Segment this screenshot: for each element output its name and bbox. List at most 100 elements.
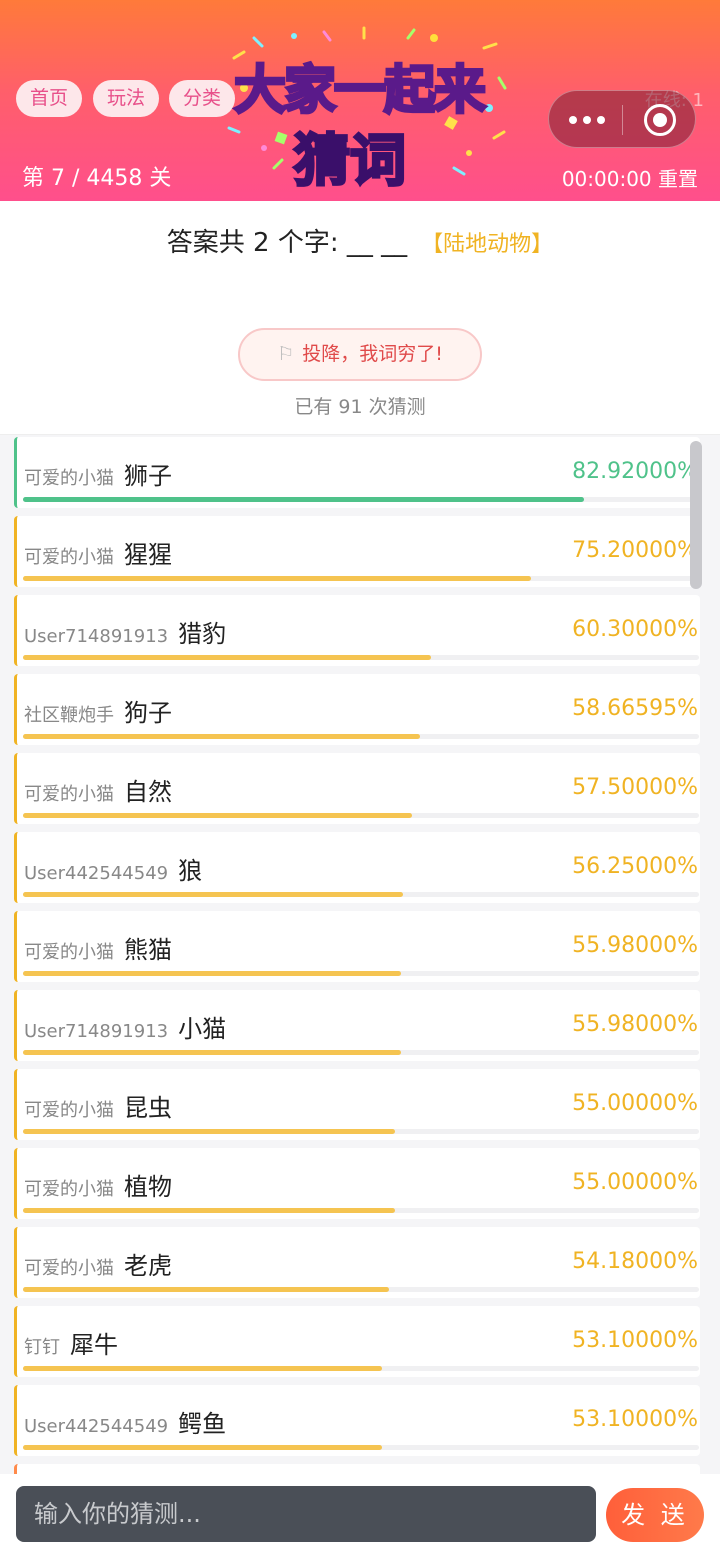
answer-prompt: 答案共 2 个字: __ __ 【陆地动物】 (0, 222, 720, 259)
guess-row: 可爱的小猫 熊猫 55.98000% (14, 911, 700, 982)
guess-row: 可爱的小猫 狮子 82.92000% (14, 437, 700, 508)
similarity-bar-track (23, 497, 699, 502)
logo-text-line2: 猜词 (293, 128, 408, 196)
guess-user: User442544549 (24, 1416, 169, 1437)
guess-percent: 54.18000% (572, 1249, 698, 1274)
guess-word: 狗子 (124, 699, 172, 727)
guess-label: 可爱的小猫 猩猩 (24, 535, 172, 570)
guess-percent: 58.66595% (572, 696, 698, 721)
guess-label: 社区鞭炮手 狗子 (24, 693, 172, 728)
similarity-bar-fill (23, 1445, 382, 1450)
guess-label: 可爱的小猫 植物 (24, 1167, 172, 1202)
similarity-bar-fill (23, 734, 420, 739)
similarity-bar-track (23, 1208, 699, 1213)
guess-count: 已有 91 次猜测 (294, 396, 426, 418)
game-logo: 大家一起来 猜词 (214, 18, 518, 196)
similarity-bar-fill (23, 1129, 395, 1134)
similarity-bar-track (23, 734, 699, 739)
similarity-bar-fill (23, 1208, 395, 1213)
similarity-bar-track (23, 1366, 699, 1371)
category-label: 【陆地动物】 (421, 232, 554, 257)
answer-length-text: 答案共 2 个字: __ __ (166, 228, 408, 258)
similarity-bar-track (23, 1129, 699, 1134)
guess-user: User714891913 (24, 626, 169, 647)
guess-word: 犀牛 (70, 1331, 118, 1359)
guess-percent: 60.30000% (572, 617, 698, 642)
similarity-bar-fill (23, 1366, 382, 1371)
guess-row: 社区鞭炮手 狗子 58.66595% (14, 674, 700, 745)
guess-percent: 53.10000% (572, 1407, 698, 1432)
guess-percent: 55.98000% (572, 933, 698, 958)
guess-percent: 55.00000% (572, 1091, 698, 1116)
guess-input[interactable] (16, 1486, 596, 1542)
guess-label: User442544549 鳄鱼 (24, 1404, 226, 1439)
similarity-bar-track (23, 1445, 699, 1450)
surrender-button[interactable]: ⚐ 投降，我词穷了! (238, 328, 482, 381)
guess-percent: 82.92000% (572, 459, 698, 484)
guess-word: 老虎 (124, 1252, 172, 1280)
guess-word: 熊猫 (124, 936, 172, 964)
guess-row: User714891913 小猫 55.98000% (14, 990, 700, 1061)
header: 首页 玩法 分类 大家一起来 猜词 1 第 7 / 4458 关 00:00:0… (0, 0, 720, 201)
guess-percent: 55.98000% (572, 1012, 698, 1037)
guess-row: 钉钉 犀牛 53.10000% (14, 1306, 700, 1377)
guess-percent: 57.50000% (572, 775, 698, 800)
guess-word: 鳄鱼 (178, 1410, 227, 1438)
timer-reset[interactable]: 00:00:00 重置 (562, 163, 698, 192)
more-icon[interactable] (569, 91, 623, 149)
nav-rules-button[interactable]: 玩法 (93, 80, 160, 117)
guess-label: User714891913 猎豹 (24, 614, 226, 649)
guess-row: 可爱的小猫 昆虫 55.00000% (14, 1069, 700, 1140)
guess-user: 可爱的小猫 (24, 784, 114, 805)
guess-user: 可爱的小猫 (24, 547, 114, 568)
logo-text-line1: 大家一起来 (232, 60, 487, 123)
similarity-bar-track (23, 971, 699, 976)
guess-label: 可爱的小猫 熊猫 (24, 930, 172, 965)
similarity-bar-track (23, 1287, 699, 1292)
guess-user: User714891913 (24, 1021, 169, 1042)
guess-word: 狮子 (124, 462, 172, 490)
similarity-bar-fill (23, 1287, 390, 1292)
guess-user: 可爱的小猫 (24, 942, 114, 963)
similarity-bar-track (23, 655, 699, 660)
guess-percent: 75.20000% (572, 538, 698, 563)
level-indicator: 第 7 / 4458 关 (22, 166, 172, 191)
similarity-bar-fill (23, 971, 402, 976)
guess-row: 可爱的小猫 老虎 54.18000% (14, 1227, 700, 1298)
guess-row: User442544549 鳄鱼 53.10000% (14, 1385, 700, 1456)
guess-list[interactable]: 可爱的小猫 狮子 82.92000% 可爱的小猫 猩猩 75.20000% User7148… (0, 434, 720, 1474)
guess-word: 植物 (124, 1173, 172, 1201)
guess-user: 钉钉 (24, 1337, 60, 1358)
guess-label: 可爱的小猫 自然 (24, 772, 172, 807)
similarity-bar-track (23, 813, 699, 818)
guess-row: User714891913 猎豹 60.30000% (14, 595, 700, 666)
similarity-bar-fill (23, 892, 404, 897)
guess-word: 小猫 (178, 1015, 227, 1043)
guess-label: 可爱的小猫 老虎 (24, 1246, 172, 1281)
guess-percent: 53.10000% (572, 1328, 698, 1353)
guess-user: 可爱的小猫 (24, 1179, 114, 1200)
miniprogram-capsule (548, 90, 696, 148)
similarity-bar-fill (23, 497, 584, 502)
guess-user: 可爱的小猫 (24, 1258, 114, 1279)
guess-row: 可爱的小猫 猩猩 75.20000% (14, 516, 700, 587)
guess-label: User714891913 小猫 (24, 1009, 226, 1044)
send-button[interactable]: 发 送 (606, 1488, 704, 1542)
guess-user: 可爱的小猫 (24, 1100, 114, 1121)
guess-percent: 55.00000% (572, 1170, 698, 1195)
similarity-bar-track (23, 576, 699, 581)
guess-label: 可爱的小猫 昆虫 (24, 1088, 172, 1123)
guess-user: 社区鞭炮手 (24, 705, 114, 726)
similarity-bar-fill (23, 655, 431, 660)
guess-percent: 56.25000% (572, 854, 698, 879)
similarity-bar-fill (23, 1050, 402, 1055)
scrollbar[interactable] (690, 441, 702, 589)
nav-home-button[interactable]: 首页 (16, 80, 83, 117)
similarity-bar-fill (23, 576, 532, 581)
flag-icon: ⚐ (277, 343, 295, 365)
similarity-bar-track (23, 892, 699, 897)
guess-label: User442544549 狼 (24, 851, 202, 886)
surrender-label: 投降，我词穷了! (302, 343, 443, 365)
bottom-bar: 发 送 (0, 1474, 720, 1554)
close-miniprogram-icon[interactable] (644, 104, 676, 136)
